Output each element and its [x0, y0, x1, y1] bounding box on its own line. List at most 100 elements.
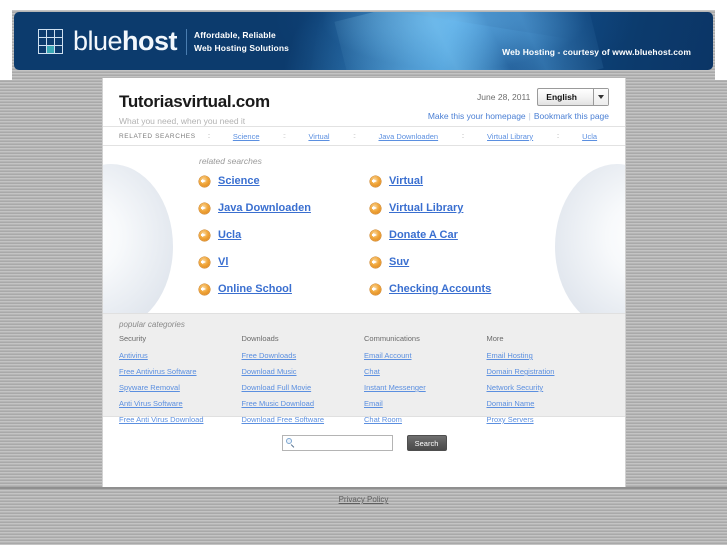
category-link[interactable]: Email Account: [364, 351, 412, 360]
category-link[interactable]: Free Anti Virus Download: [119, 415, 204, 424]
related-search-link-ucla[interactable]: Ucla: [218, 229, 241, 241]
list-item: Spyware Removal: [119, 381, 242, 392]
list-item: Domain Name: [487, 397, 610, 408]
category-link[interactable]: Antivirus: [119, 351, 148, 360]
related-search-item[interactable]: Vl: [199, 256, 370, 268]
category-link[interactable]: Proxy Servers: [487, 415, 534, 424]
strip-separator: ::: [461, 132, 465, 140]
arrow-circle-icon: [199, 229, 210, 241]
privacy-policy-link[interactable]: Privacy Policy: [339, 495, 389, 504]
footer: Privacy Policy: [0, 487, 727, 517]
category-link[interactable]: Network Security: [487, 383, 544, 392]
related-searches-section: related searches Science Virtual Java Do…: [103, 146, 625, 295]
category-link[interactable]: Anti Virus Software: [119, 399, 183, 408]
category-link[interactable]: Chat: [364, 367, 380, 376]
strip-link-2[interactable]: Java Downloaden: [378, 132, 438, 141]
arrow-circle-icon: [370, 202, 381, 214]
category-link-list: Email Account Chat Instant Messenger Ema…: [364, 349, 487, 424]
category-link-list: Free Downloads Download Music Download F…: [242, 349, 365, 424]
category-link[interactable]: Free Music Download: [242, 399, 315, 408]
category-link[interactable]: Domain Name: [487, 399, 535, 408]
main-content-panel: Tutoriasvirtual.com What you need, when …: [102, 78, 626, 487]
category-link[interactable]: Download Free Software: [242, 415, 325, 424]
related-search-link-online-school[interactable]: Online School: [218, 283, 292, 295]
related-search-item[interactable]: Ucla: [199, 229, 370, 241]
page-right-margin: [715, 0, 727, 80]
related-search-item[interactable]: Java Downloaden: [199, 202, 370, 214]
related-search-item[interactable]: Suv: [370, 256, 625, 268]
related-search-item[interactable]: Virtual: [370, 175, 625, 187]
list-item: Instant Messenger: [364, 381, 487, 392]
category-link[interactable]: Download Full Movie: [242, 383, 312, 392]
category-link[interactable]: Email: [364, 399, 383, 408]
related-search-link-virtual[interactable]: Virtual: [389, 175, 423, 187]
arrow-circle-icon: [370, 256, 381, 268]
arrow-circle-icon: [370, 283, 381, 295]
related-search-link-donate-a-car[interactable]: Donate A Car: [389, 229, 458, 241]
magnifier-icon: [285, 438, 295, 448]
language-select[interactable]: English: [537, 88, 609, 106]
bluehost-logo[interactable]: bluehost: [38, 28, 178, 55]
category-link-list: Email Hosting Domain Registration Networ…: [487, 349, 610, 424]
category-link[interactable]: Instant Messenger: [364, 383, 426, 392]
strip-separator: ::: [283, 132, 286, 140]
list-item: Chat: [364, 365, 487, 376]
strip-link-0[interactable]: Science: [233, 132, 260, 141]
category-link[interactable]: Domain Registration: [487, 367, 555, 376]
list-item: Free Anti Virus Download: [119, 413, 242, 424]
related-search-item[interactable]: Online School: [199, 283, 370, 295]
arrow-circle-icon: [370, 175, 381, 187]
header-utilities: June 28, 2011 English Make this your hom…: [428, 88, 609, 121]
panel-inner: Tutoriasvirtual.com What you need, when …: [103, 78, 625, 451]
related-search-item[interactable]: Donate A Car: [370, 229, 625, 241]
make-homepage-link[interactable]: Make this your homepage: [428, 111, 526, 121]
category-link[interactable]: Download Music: [242, 367, 297, 376]
header-links-separator: |: [528, 111, 531, 121]
related-search-link-java-downloaden[interactable]: Java Downloaden: [218, 202, 311, 214]
list-item: Chat Room: [364, 413, 487, 424]
list-item: Email Hosting: [487, 349, 610, 360]
category-link[interactable]: Free Antivirus Software: [119, 367, 197, 376]
related-search-link-science[interactable]: Science: [218, 175, 260, 187]
category-link[interactable]: Spyware Removal: [119, 383, 180, 392]
popular-categories-columns: Security Antivirus Free Antivirus Softwa…: [119, 334, 609, 429]
strip-separator: ::: [353, 132, 356, 140]
page-root: bluehost Affordable, Reliable Web Hostin…: [0, 0, 727, 545]
strip-link-4[interactable]: Ucla: [582, 132, 597, 141]
category-link-list: Antivirus Free Antivirus Software Spywar…: [119, 349, 242, 424]
category-link[interactable]: Chat Room: [364, 415, 402, 424]
arrow-circle-icon: [199, 283, 210, 295]
related-search-item[interactable]: Virtual Library: [370, 202, 625, 214]
strip-link-1[interactable]: Virtual: [308, 132, 329, 141]
bookmark-page-link[interactable]: Bookmark this page: [534, 111, 609, 121]
list-item: Proxy Servers: [487, 413, 610, 424]
list-item: Anti Virus Software: [119, 397, 242, 408]
search-button[interactable]: Search: [406, 435, 447, 451]
site-header: Tutoriasvirtual.com What you need, when …: [103, 78, 625, 126]
related-search-link-virtual-library[interactable]: Virtual Library: [389, 202, 463, 214]
related-search-link-suv[interactable]: Suv: [389, 256, 409, 268]
related-search-link-checking-accounts[interactable]: Checking Accounts: [389, 283, 491, 295]
chevron-down-icon[interactable]: [593, 89, 608, 105]
list-item: Free Music Download: [242, 397, 365, 408]
category-link[interactable]: Email Hosting: [487, 351, 533, 360]
category-heading: Downloads: [241, 334, 279, 343]
search-bar: Search: [103, 435, 625, 451]
banner-divider: [186, 29, 187, 55]
list-item: Antivirus: [119, 349, 242, 360]
strip-link-3[interactable]: Virtual Library: [487, 132, 533, 141]
arrow-circle-icon: [370, 229, 381, 241]
category-heading: More: [486, 334, 504, 343]
search-field-wrapper[interactable]: [281, 435, 393, 451]
related-search-link-vl[interactable]: Vl: [218, 256, 228, 268]
related-search-item[interactable]: Science: [199, 175, 370, 187]
list-item: Email Account: [364, 349, 487, 360]
banner-tagline: Affordable, Reliable Web Hosting Solutio…: [194, 29, 289, 55]
category-heading: Communications: [364, 334, 420, 343]
page-top-margin: [0, 0, 727, 10]
search-input[interactable]: [298, 437, 390, 449]
category-link[interactable]: Free Downloads: [242, 351, 297, 360]
current-date: June 28, 2011: [477, 92, 531, 102]
related-search-item[interactable]: Checking Accounts: [370, 283, 625, 295]
list-item: Domain Registration: [487, 365, 610, 376]
